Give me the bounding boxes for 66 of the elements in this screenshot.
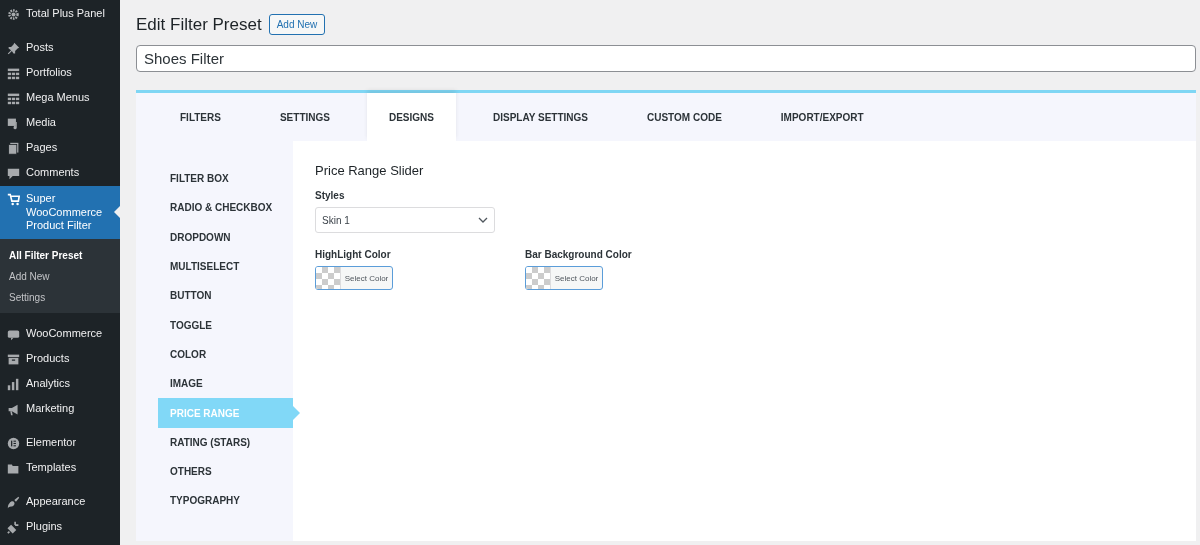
tab[interactable]: CUSTOM CODE [625, 93, 744, 141]
submenu-item[interactable]: Settings [0, 286, 120, 308]
menu-item[interactable]: Templates [0, 455, 120, 481]
field-label: HighLight Color [315, 249, 392, 260]
transparent-swatch [526, 267, 551, 289]
menu-item[interactable]: Super WooCommerce Product Filter [0, 186, 120, 239]
tab[interactable]: FILTERS [158, 93, 243, 141]
menu-item[interactable]: Appearance [0, 489, 120, 515]
menu-item[interactable]: Mega Menus [0, 86, 120, 111]
design-nav-item[interactable]: TYPOGRAPHY [158, 486, 293, 516]
color-picker-button[interactable]: Select Color [315, 266, 393, 290]
elementor-icon [7, 436, 20, 450]
grid-icon [7, 92, 20, 105]
menu-item[interactable]: Media [0, 111, 120, 136]
color-picker-button[interactable]: Select Color [525, 266, 603, 290]
menu-item[interactable]: Plugins [0, 514, 120, 540]
menu-item[interactable]: WooCommerce [0, 321, 120, 347]
menu-item[interactable]: Portfolios [0, 61, 120, 86]
plug-icon [7, 520, 20, 534]
pointer-icon [293, 406, 300, 421]
menu-item[interactable]: Pages [0, 136, 120, 161]
design-nav-item[interactable]: BUTTON [158, 281, 293, 311]
chevron-down-icon [478, 217, 488, 223]
menu-item[interactable]: Comments [0, 161, 120, 186]
design-nav-item[interactable]: FILTER BOX [158, 164, 293, 194]
menu-item[interactable]: Analytics [0, 371, 120, 397]
design-nav-item[interactable]: RADIO & CHECKBOX [158, 193, 293, 223]
design-nav-item[interactable]: DROPDOWN [158, 222, 293, 252]
design-nav-item[interactable]: COLOR [158, 339, 293, 370]
menu-item[interactable]: Elementor [0, 430, 120, 456]
transparent-swatch [316, 267, 341, 289]
media-icon [7, 117, 20, 130]
menu-item[interactable]: Marketing [0, 396, 120, 422]
cart-icon [7, 193, 20, 206]
section-heading: Price Range Slider [315, 163, 425, 178]
preset-name-field[interactable]: Shoes Filter [136, 45, 1196, 72]
submenu-item[interactable]: Add New [0, 265, 120, 287]
menu-item[interactable]: Products [0, 346, 120, 372]
tab[interactable]: IMPORT/EXPORT [758, 93, 886, 141]
design-nav-item[interactable]: TOGGLE [158, 310, 293, 340]
design-nav-item[interactable]: IMAGE [158, 369, 293, 399]
speech-bubble-icon [7, 167, 20, 180]
design-nav-item[interactable]: OTHERS [158, 456, 293, 487]
add-new-button[interactable]: Add New [268, 14, 326, 35]
submenu-item[interactable]: All Filter Preset [0, 244, 120, 266]
tab[interactable]: SETTINGS [257, 93, 352, 141]
bar-chart-icon [7, 377, 20, 391]
menu-item[interactable]: Total Plus Panel [0, 2, 120, 27]
styles-dropdown[interactable]: Skin 1 [315, 207, 495, 233]
field-label: Bar Background Color [525, 249, 633, 260]
page-title: Edit Filter Preset [136, 14, 262, 35]
field-label: Styles [315, 190, 346, 201]
paintbrush-icon [7, 495, 20, 509]
grid-icon [7, 67, 20, 80]
tab[interactable]: DESIGNS [366, 93, 456, 141]
woo-icon [7, 327, 20, 341]
design-nav-item[interactable]: MULTISELECT [158, 251, 293, 282]
tab[interactable]: DISPLAY SETTINGS [470, 93, 610, 141]
archive-box-icon [7, 352, 20, 366]
gear-icon [7, 8, 20, 21]
design-nav-item[interactable]: RATING (STARS) [158, 427, 293, 457]
folder-icon [7, 461, 20, 475]
pushpin-icon [7, 42, 20, 55]
megaphone-icon [7, 402, 20, 416]
menu-item[interactable]: Posts [0, 36, 120, 61]
pages-icon [7, 142, 20, 155]
